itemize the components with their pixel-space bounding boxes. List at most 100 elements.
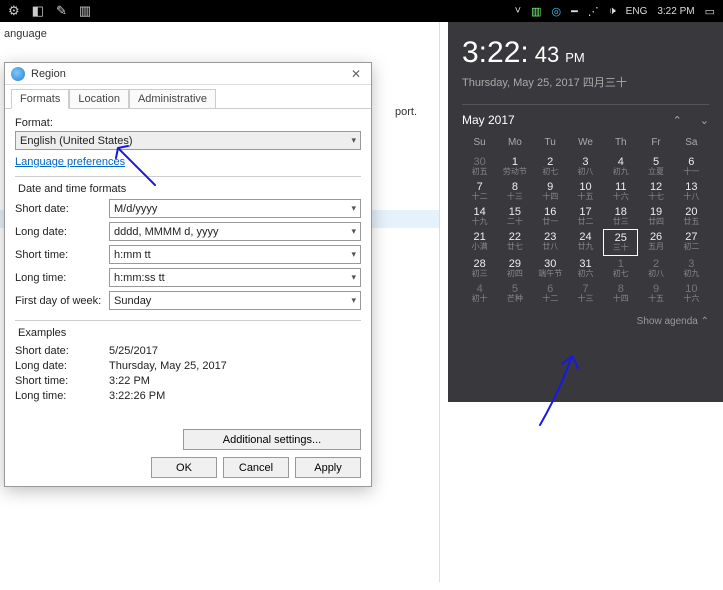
- calendar-day[interactable]: 30初五: [462, 154, 497, 179]
- calendar-day[interactable]: 6十一: [674, 154, 709, 179]
- tray-icon[interactable]: ✎: [56, 3, 67, 19]
- calendar-day[interactable]: 16廿一: [533, 204, 568, 229]
- short-date-label: Short date:: [15, 203, 109, 215]
- calendar-day[interactable]: 3初九: [674, 256, 709, 281]
- calendar-day[interactable]: 11十六: [603, 179, 638, 204]
- tab-administrative[interactable]: Administrative: [129, 89, 216, 108]
- clock-sec: 43: [535, 42, 559, 68]
- sound-icon[interactable]: 🕩: [609, 5, 616, 18]
- tray-icon[interactable]: ⚙: [8, 3, 20, 19]
- calendar-day[interactable]: 4初九: [603, 154, 638, 179]
- close-button[interactable]: ✕: [347, 67, 365, 81]
- calendar-day[interactable]: 25三十: [603, 229, 638, 256]
- globe-icon: [11, 67, 25, 81]
- tab-formats[interactable]: Formats: [11, 89, 69, 109]
- calendar-day[interactable]: 22廿七: [497, 229, 532, 256]
- cancel-button[interactable]: Cancel: [223, 457, 289, 478]
- next-month-button[interactable]: ⌄: [700, 114, 709, 127]
- flyout-clock: 3:22:43 PM: [462, 36, 709, 70]
- region-dialog: Region ✕ Formats Location Administrative…: [4, 62, 372, 487]
- calendar-day[interactable]: 1初七: [603, 256, 638, 281]
- dow-header: Mo: [497, 135, 532, 154]
- ex-short-time-label: Short time:: [15, 375, 109, 387]
- net-icon[interactable]: ━: [571, 5, 578, 18]
- circle-icon[interactable]: ◎: [552, 5, 562, 18]
- lang-indicator[interactable]: ENG: [626, 6, 648, 17]
- ex-long-time-value: 3:22:26 PM: [109, 390, 165, 402]
- chevron-down-icon: ▾: [351, 295, 356, 306]
- ex-long-date-value: Thursday, May 25, 2017: [109, 360, 227, 372]
- select-value: h:mm tt: [114, 249, 151, 261]
- calendar-day[interactable]: 26五月: [638, 229, 673, 256]
- tray-up-icon[interactable]: ˅: [515, 5, 521, 17]
- calendar-day[interactable]: 29初四: [497, 256, 532, 281]
- calendar-day[interactable]: 21小满: [462, 229, 497, 256]
- select-value: dddd, MMMM d, yyyy: [114, 226, 219, 238]
- calendar-day[interactable]: 28初三: [462, 256, 497, 281]
- calendar-day[interactable]: 17廿二: [568, 204, 603, 229]
- calendar-day[interactable]: 13十八: [674, 179, 709, 204]
- chevron-down-icon: ▾: [351, 272, 356, 283]
- long-time-select[interactable]: h:mm:ss tt ▾: [109, 268, 361, 287]
- calendar-day[interactable]: 18廿三: [603, 204, 638, 229]
- dialog-title: Region: [31, 68, 66, 80]
- show-agenda-button[interactable]: Show agenda ⌃: [462, 316, 709, 327]
- tab-location[interactable]: Location: [69, 89, 129, 108]
- short-time-select[interactable]: h:mm tt▾: [109, 245, 361, 264]
- calendar-day[interactable]: 5芒种: [497, 281, 532, 306]
- first-day-select[interactable]: Sunday ▾: [109, 291, 361, 310]
- calendar-day[interactable]: 6十二: [533, 281, 568, 306]
- calendar-day[interactable]: 20廿五: [674, 204, 709, 229]
- calendar-day[interactable]: 31初六: [568, 256, 603, 281]
- calendar-day[interactable]: 2初七: [533, 154, 568, 179]
- ok-button[interactable]: OK: [151, 457, 217, 478]
- calendar-day[interactable]: 8十四: [603, 281, 638, 306]
- calendar-day[interactable]: 14十九: [462, 204, 497, 229]
- calendar-day[interactable]: 10十五: [568, 179, 603, 204]
- chevron-down-icon: ▾: [351, 226, 356, 237]
- examples-header: Examples: [15, 327, 69, 339]
- tray-icon[interactable]: ◧: [32, 3, 44, 19]
- tray-icon[interactable]: ▥: [79, 3, 91, 19]
- additional-settings-button[interactable]: Additional settings...: [183, 429, 361, 450]
- select-value: Sunday: [114, 295, 151, 307]
- clock-hm: 3:22:: [462, 36, 529, 70]
- calendar-day[interactable]: 12十七: [638, 179, 673, 204]
- calendar-day[interactable]: 7十二: [462, 179, 497, 204]
- short-date-select[interactable]: M/d/yyyy▾: [109, 199, 361, 218]
- ex-long-date-label: Long date:: [15, 360, 109, 372]
- dow-header: Th: [603, 135, 638, 154]
- calendar-day[interactable]: 30端午节: [533, 256, 568, 281]
- ex-long-time-label: Long time:: [15, 390, 109, 402]
- flyout-date: Thursday, May 25, 2017 四月三十: [462, 74, 709, 90]
- calendar-day[interactable]: 8十三: [497, 179, 532, 204]
- prev-month-button[interactable]: ⌃: [673, 114, 682, 127]
- select-value: h:mm:ss tt: [114, 272, 165, 284]
- calendar-day[interactable]: 10十六: [674, 281, 709, 306]
- calendar-day[interactable]: 19廿四: [638, 204, 673, 229]
- calendar-day[interactable]: 7十三: [568, 281, 603, 306]
- calendar-day[interactable]: 27初二: [674, 229, 709, 256]
- format-select[interactable]: English (United States) ▾: [15, 131, 361, 150]
- calendar-day[interactable]: 23廿八: [533, 229, 568, 256]
- wifi-icon[interactable]: ⋰: [588, 5, 599, 18]
- dialog-titlebar[interactable]: Region ✕: [5, 63, 371, 85]
- notification-icon[interactable]: ▭: [705, 5, 715, 18]
- calendar-day[interactable]: 15二十: [497, 204, 532, 229]
- apply-button[interactable]: Apply: [295, 457, 361, 478]
- dow-header: Tu: [533, 135, 568, 154]
- calendar-day[interactable]: 9十五: [638, 281, 673, 306]
- calendar-day[interactable]: 3初八: [568, 154, 603, 179]
- calendar-day[interactable]: 9十四: [533, 179, 568, 204]
- long-date-select[interactable]: dddd, MMMM d, yyyy ▾: [109, 222, 361, 241]
- battery-icon[interactable]: ▥: [531, 5, 541, 18]
- calendar-day[interactable]: 24廿九: [568, 229, 603, 256]
- language-preferences-link[interactable]: Language preferences: [15, 156, 125, 168]
- calendar-day[interactable]: 4初十: [462, 281, 497, 306]
- calendar-day[interactable]: 5立夏: [638, 154, 673, 179]
- clock[interactable]: 3:22 PM: [657, 6, 694, 17]
- month-label[interactable]: May 2017: [462, 113, 515, 127]
- long-date-label: Long date:: [15, 226, 109, 238]
- calendar-day[interactable]: 2初八: [638, 256, 673, 281]
- calendar-day[interactable]: 1劳动节: [497, 154, 532, 179]
